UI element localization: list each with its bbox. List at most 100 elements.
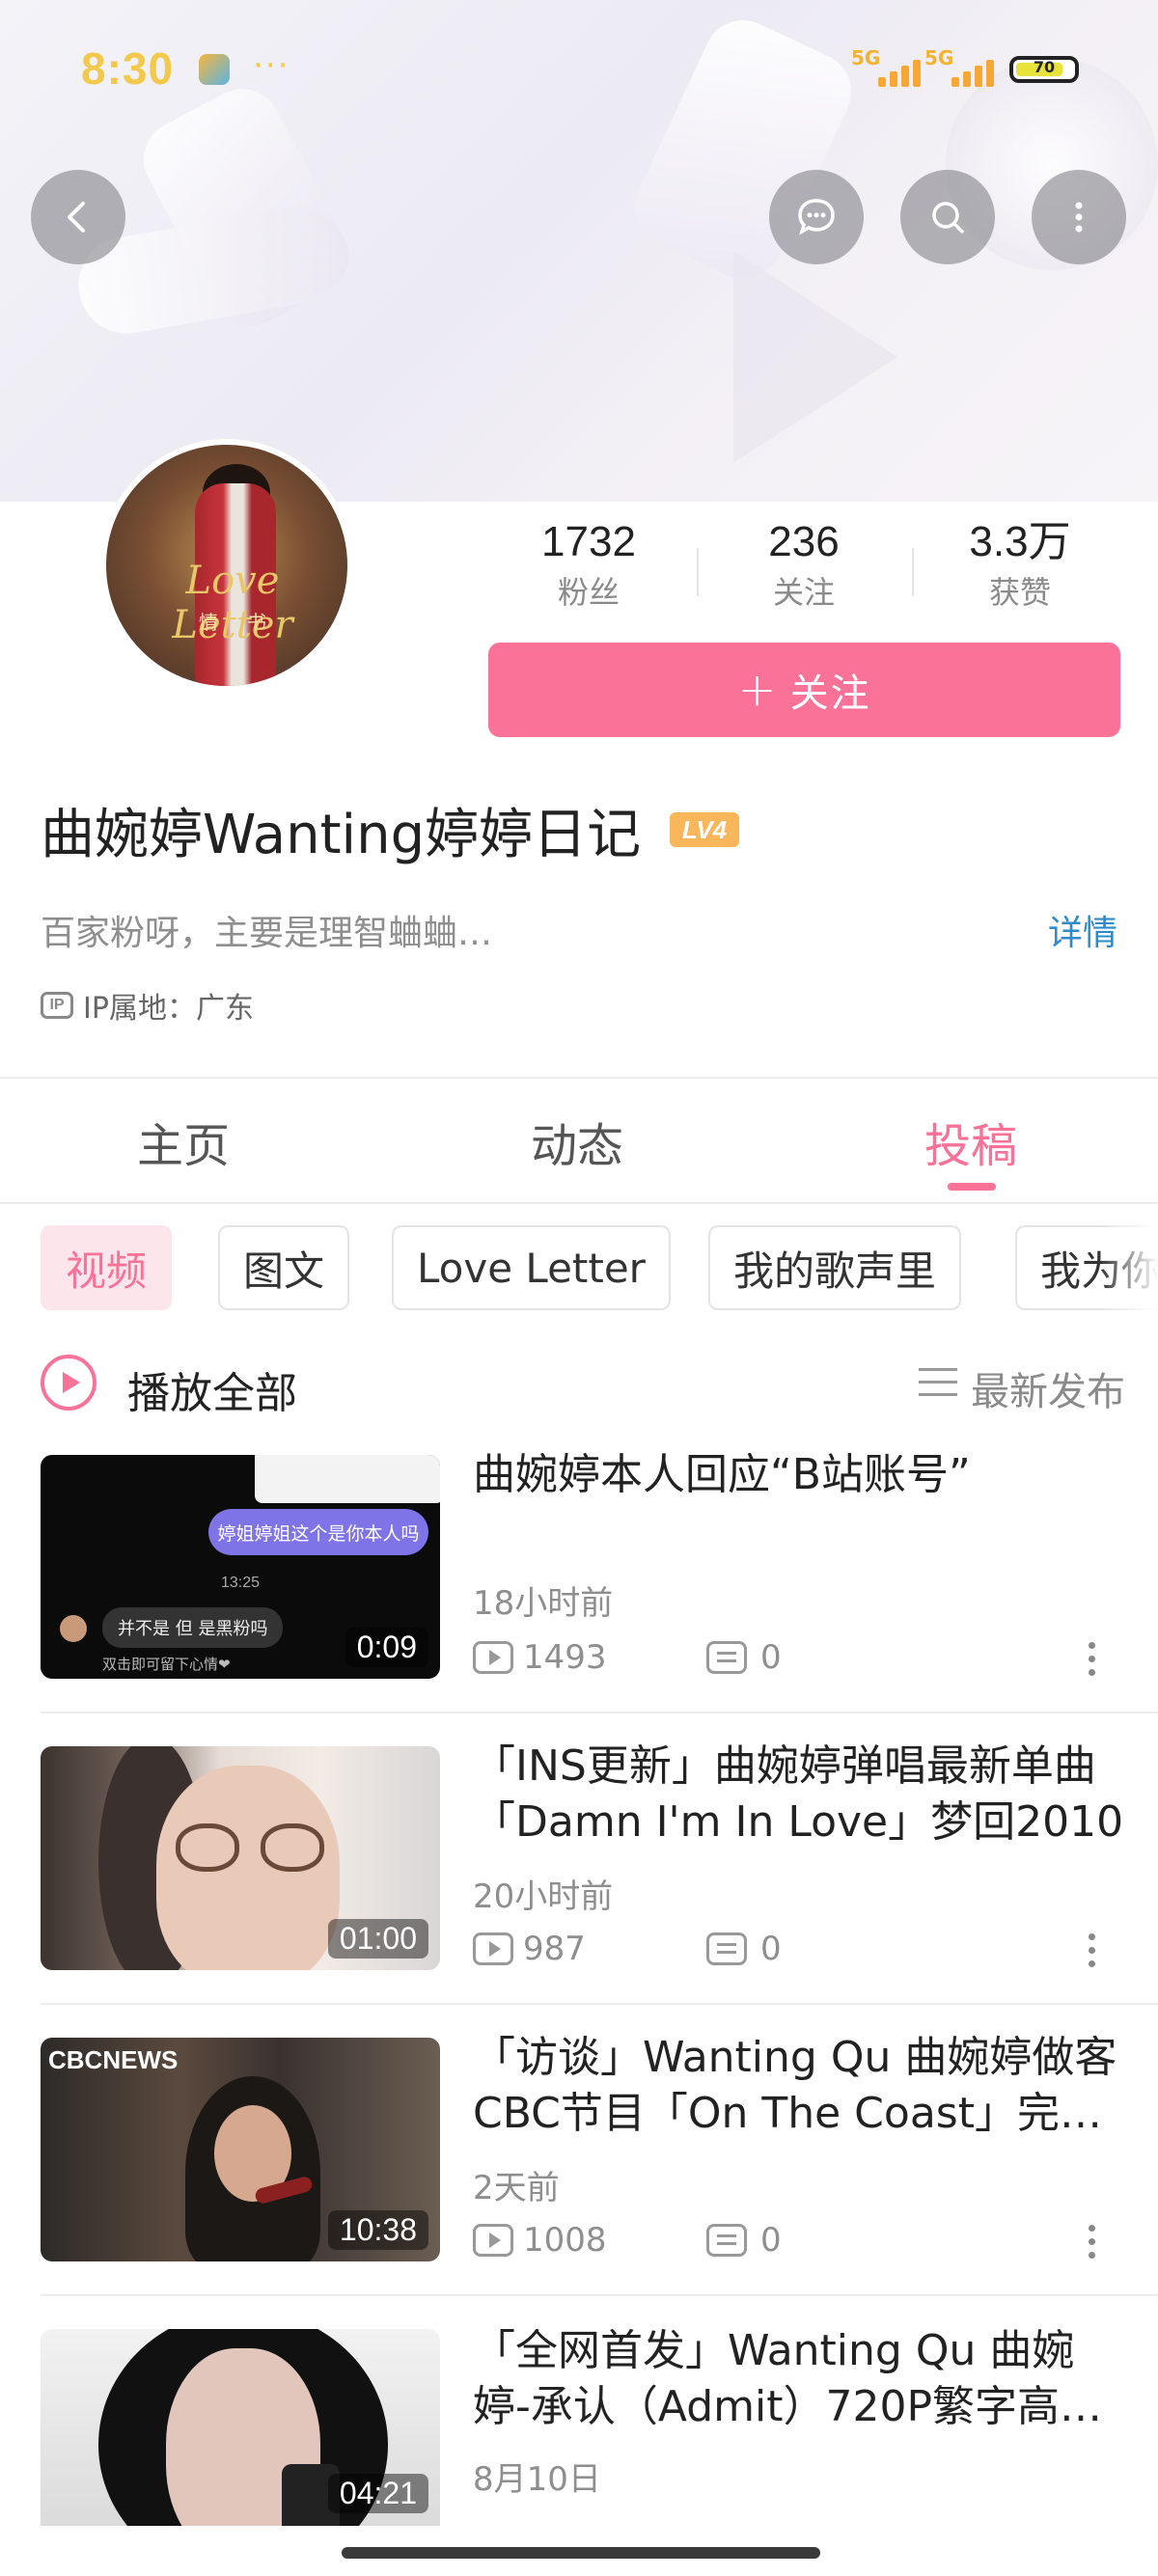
app-notification-icon [199, 54, 230, 85]
comment-icon [706, 1932, 747, 1965]
divider [41, 1712, 1158, 1713]
thumb-chat-bubble: 婷姐婷姐这个是你本人吗 [208, 1509, 428, 1555]
video-stats: 987 0 [473, 1930, 782, 1968]
plus-icon: + [737, 663, 779, 717]
tab-home[interactable]: 主页 [137, 1108, 230, 1175]
follow-label: 关注 [789, 671, 871, 716]
sort-dropdown[interactable]: 最新发布 [971, 1360, 1125, 1416]
play-count-icon [473, 1641, 513, 1674]
play-all-button[interactable]: 播放全部 [127, 1358, 297, 1420]
chip-love-letter[interactable]: Love Letter [392, 1225, 671, 1310]
video-thumbnail[interactable]: 婷姐婷姐这个是你本人吗 13:25 并不是 但 是黑粉吗 双击即可留下心情❤ 0… [41, 1455, 440, 1679]
sort-list-icon[interactable] [919, 1368, 957, 1397]
video-thumbnail[interactable]: 04:21 [41, 2329, 440, 2526]
view-count: 1008 [523, 2221, 607, 2260]
message-button[interactable] [769, 170, 864, 264]
video-item[interactable]: 04:21 「全网首发」Wanting Qu 曲婉婷-承认（Admit）720P… [0, 2329, 1158, 2526]
bio: 百家粉呀，主要是理智蛐蛐… [41, 914, 493, 953]
view-count: 987 [523, 1930, 586, 1968]
search-icon [932, 202, 964, 233]
stat-fans[interactable]: 1732 粉丝 [511, 518, 666, 611]
stat-label: 获赞 [988, 574, 1051, 611]
video-title[interactable]: 曲婉婷本人回应“B站账号” [473, 1447, 1129, 1505]
video-publish-time: 2天前 [473, 2169, 560, 2207]
video-publish-time: 20小时前 [473, 1877, 614, 1916]
stat-label: 关注 [772, 574, 835, 611]
stat-value: 3.3万 [969, 518, 1071, 565]
play-circle-icon[interactable] [41, 1355, 96, 1411]
search-button[interactable] [900, 170, 995, 264]
stat-value: 1732 [541, 518, 636, 565]
ip-location: IP IP属地：广东 [41, 984, 254, 1027]
chevron-left-icon [68, 202, 85, 233]
stat-value: 236 [768, 518, 840, 565]
stat-likes[interactable]: 3.3万 获赞 [943, 518, 1097, 611]
active-tab-indicator [948, 1183, 996, 1191]
divider [0, 1077, 1158, 1079]
chip-video[interactable]: 视频 [41, 1225, 173, 1310]
play-count-icon [473, 2224, 513, 2257]
more-button[interactable] [1032, 170, 1126, 264]
comment-icon [706, 1641, 747, 1674]
stat-label: 粉丝 [557, 574, 620, 611]
back-button[interactable] [31, 170, 125, 264]
avatar[interactable]: Love Letter 情书 [100, 439, 353, 692]
thumb-reply: 并不是 但 是黑粉吗 [102, 1607, 284, 1648]
more-vertical-icon[interactable] [1089, 2225, 1098, 2265]
video-item[interactable]: 01:00 「INS更新」曲婉婷弹唱最新单曲「Damn I'm In Love」… [0, 1741, 1158, 2036]
network-type: 5G [851, 46, 881, 69]
username: 曲婉婷Wanting婷婷日记 [41, 804, 642, 866]
signal-icon: 5G [851, 46, 924, 87]
network-type: 5G [924, 46, 954, 69]
comment-count: 0 [760, 1638, 782, 1677]
ip-icon: IP [41, 992, 73, 1019]
video-thumbnail[interactable]: CBCNEWS 10:38 [41, 2038, 440, 2261]
video-item[interactable]: CBCNEWS 10:38 「访谈」Wanting Qu 曲婉婷做客CBC节目「… [0, 2033, 1158, 2327]
battery-level: 70 [1033, 58, 1056, 76]
home-indicator[interactable] [342, 2547, 820, 2559]
video-stats: 1008 0 [473, 2221, 782, 2260]
thumb-channel-logo: CBCNEWS [48, 2045, 179, 2074]
divider [41, 2294, 1158, 2296]
play-count-icon [473, 1932, 513, 1965]
video-title[interactable]: 「INS更新」曲婉婷弹唱最新单曲「Damn I'm In Love」梦回2010 [473, 1739, 1129, 1852]
thumb-card [255, 1455, 440, 1503]
chip-image-text[interactable]: 图文 [218, 1225, 350, 1310]
scroll-fade [1100, 1218, 1158, 1318]
video-title[interactable]: 「全网首发」Wanting Qu 曲婉婷-承认（Admit）720P繁字高… [473, 2329, 1129, 2437]
banner-decoration [733, 251, 897, 463]
comment-icon [706, 2224, 747, 2257]
more-vertical-icon[interactable] [1089, 1933, 1098, 1974]
chip-my-songs[interactable]: 我的歌声里 [708, 1225, 962, 1310]
divider [0, 1202, 1158, 1204]
level-badge: LV4 [670, 812, 739, 847]
follow-button[interactable]: + 关注 [488, 643, 1120, 737]
tab-dynamics[interactable]: 动态 [531, 1108, 623, 1175]
thumb-timestamp: 13:25 [220, 1575, 261, 1591]
status-time: 8:30 [81, 43, 175, 94]
video-duration: 0:09 [345, 1628, 428, 1667]
signal-icon: 5G [924, 46, 998, 87]
view-count: 1493 [523, 1638, 607, 1677]
video-title[interactable]: 「访谈」Wanting Qu 曲婉婷做客CBC节目「On The Coast」完… [473, 2030, 1129, 2144]
video-thumbnail[interactable]: 01:00 [41, 1746, 440, 1970]
video-duration: 01:00 [327, 1919, 428, 1959]
ip-location-text: IP属地：广东 [83, 992, 254, 1026]
more-vertical-icon [1075, 202, 1083, 233]
video-stats: 1493 0 [473, 1638, 782, 1677]
stat-following[interactable]: 236 关注 [727, 518, 881, 611]
video-publish-time: 8月10日 [473, 2460, 601, 2499]
divider [41, 2003, 1158, 2005]
thumb-avatar [60, 1615, 87, 1642]
more-vertical-icon[interactable] [1089, 1642, 1098, 1683]
divider [912, 548, 914, 596]
battery-icon: 70 [1009, 56, 1079, 83]
tab-submissions[interactable]: 投稿 [924, 1108, 1017, 1175]
detail-link[interactable]: 详情 [1048, 905, 1117, 955]
video-item[interactable]: 婷姐婷姐这个是你本人吗 13:25 并不是 但 是黑粉吗 双击即可留下心情❤ 0… [0, 1450, 1158, 1744]
chat-bubble-icon [798, 199, 835, 235]
thumb-hint: 双击即可留下心情❤ [102, 1656, 231, 1673]
comment-count: 0 [760, 2221, 782, 2260]
video-publish-time: 18小时前 [473, 1584, 614, 1623]
avatar-album-title-cn: 情书 [199, 611, 295, 634]
